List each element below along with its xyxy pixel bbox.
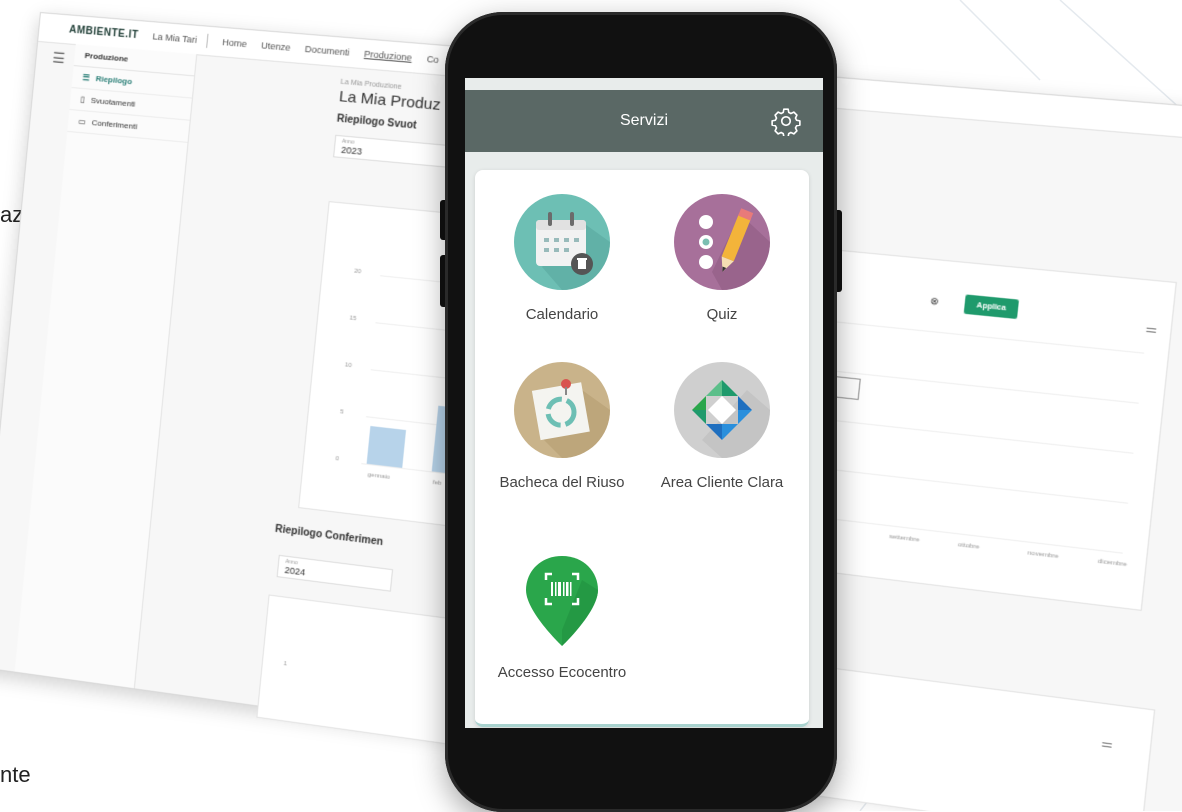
year-select[interactable]: Anno 2023 bbox=[333, 134, 451, 168]
y-tick: 10 bbox=[344, 362, 353, 370]
nav-produzione[interactable]: Produzione bbox=[364, 49, 413, 63]
app-title: Servizi bbox=[619, 112, 668, 129]
service-tile-area-cliente[interactable]: Area Cliente Clara bbox=[647, 360, 797, 493]
map-pin-icon bbox=[526, 556, 598, 646]
phone-screen: Servizi Calendario Quiz Bacheca del Rius… bbox=[465, 78, 823, 742]
year-select-2[interactable]: Anno 2024 bbox=[276, 554, 394, 592]
nav-divider bbox=[206, 33, 209, 48]
app-header: Servizi bbox=[465, 90, 823, 152]
filter-settings-icon[interactable]: ⚌ bbox=[1145, 321, 1158, 336]
sidebar-item-label: Conferimenti bbox=[91, 118, 138, 132]
sidebar-item-label: Riepilogo bbox=[95, 74, 133, 87]
sidebar: Produzione ☰ Riepilogo ▯ Svuotamenti ▭ C… bbox=[14, 44, 198, 689]
nav-utenze[interactable]: Utenze bbox=[261, 40, 291, 53]
y-tick: 0 bbox=[335, 455, 340, 463]
nav-documenti[interactable]: Documenti bbox=[304, 44, 350, 58]
tile-label: Bacheca del Riuso bbox=[499, 474, 625, 491]
nav-la-mia-tari[interactable]: La Mia Tari bbox=[152, 31, 197, 45]
y-tick: 1 bbox=[283, 660, 288, 668]
year-select-value: 2023 bbox=[340, 144, 363, 157]
phone-bottom-bezel bbox=[465, 728, 823, 742]
chart-bar bbox=[366, 426, 407, 468]
tile-label: Accesso Ecocentro bbox=[497, 664, 627, 681]
service-tile-bacheca[interactable]: Bacheca del Riuso bbox=[487, 360, 637, 493]
quiz-icon bbox=[674, 194, 770, 290]
y-tick: 20 bbox=[353, 268, 362, 276]
brand-logo[interactable]: AMBIENTE.IT bbox=[69, 24, 139, 41]
service-tile-quiz[interactable]: Quiz bbox=[647, 192, 797, 325]
diamond-icon bbox=[674, 362, 770, 458]
x-label: novembre bbox=[1027, 550, 1060, 561]
bin-icon: ▯ bbox=[80, 94, 86, 105]
service-tile-ecocentro[interactable]: Accesso Ecocentro bbox=[487, 550, 637, 683]
x-label: settembre bbox=[888, 533, 921, 544]
truck-icon: ▭ bbox=[77, 116, 87, 127]
service-tile-calendario[interactable]: Calendario bbox=[487, 192, 637, 325]
y-tick: 15 bbox=[349, 315, 357, 323]
x-label: dicembre bbox=[1097, 558, 1128, 569]
x-label: feb bbox=[432, 479, 442, 488]
sidebar-item-label: Svuotamenti bbox=[90, 95, 136, 109]
services-card: Calendario Quiz Bacheca del Riuso Area C… bbox=[475, 170, 809, 727]
tile-label: Calendario bbox=[525, 306, 599, 323]
list-icon: ☰ bbox=[82, 72, 91, 83]
tile-label: Area Cliente Clara bbox=[660, 474, 784, 491]
x-label: ottobre bbox=[957, 541, 980, 551]
year-select-value: 2024 bbox=[284, 564, 306, 578]
section-title-conferimenti: Riepilogo Conferimen bbox=[274, 523, 384, 549]
gear-icon[interactable] bbox=[771, 106, 801, 136]
x-label: gennaio bbox=[367, 472, 391, 481]
y-tick: 5 bbox=[339, 409, 344, 416]
phone-device: Servizi Calendario Quiz Bacheca del Rius… bbox=[445, 12, 837, 812]
calendar-icon bbox=[514, 194, 610, 290]
filter-settings-icon[interactable]: ⚌ bbox=[1101, 736, 1114, 752]
nav-home[interactable]: Home bbox=[222, 37, 248, 49]
nav-co[interactable]: Co bbox=[426, 54, 439, 65]
clear-filter-icon[interactable]: ⊗ bbox=[929, 295, 940, 308]
board-icon bbox=[514, 362, 610, 458]
tile-label: Quiz bbox=[706, 306, 738, 323]
hamburger-menu-icon[interactable]: ☰ bbox=[52, 49, 66, 67]
